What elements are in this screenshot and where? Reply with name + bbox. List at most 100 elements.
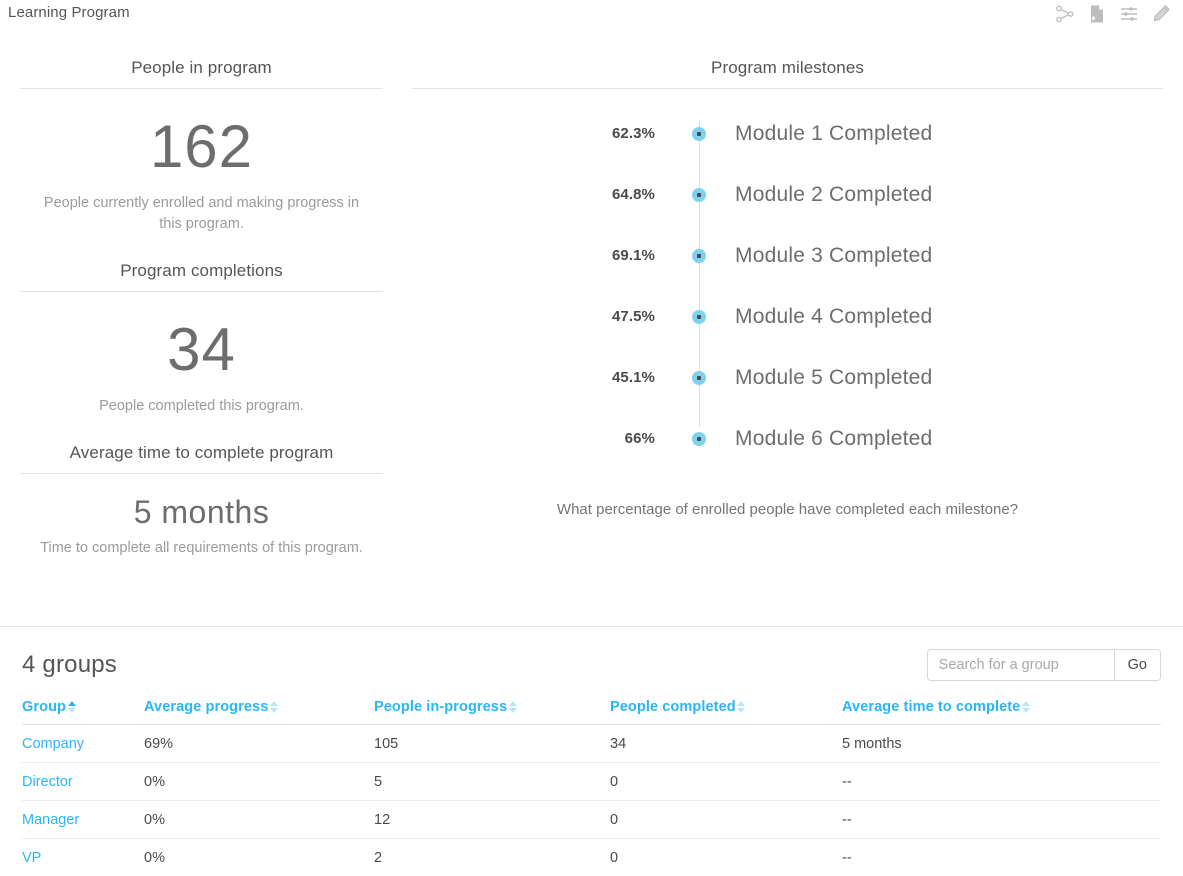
table-row: Director 0% 5 0 -- — [22, 763, 1161, 801]
milestone-row[interactable]: 47.5% Module 4 Completed — [412, 286, 1163, 347]
milestone-row[interactable]: 64.8% Module 2 Completed — [412, 164, 1163, 225]
table-row: Company 69% 105 34 5 months — [22, 725, 1161, 763]
sliders-settings-icon[interactable] — [1117, 2, 1141, 26]
column-label: Average progress — [144, 699, 268, 715]
cell-average-progress: 0% — [144, 801, 374, 839]
milestones-column: Program milestones 62.3% Module 1 Comple… — [403, 32, 1183, 626]
cell-people-completed: 0 — [610, 763, 842, 801]
share-icon[interactable] — [1053, 2, 1077, 26]
table-row: Manager 0% 12 0 -- — [22, 801, 1161, 839]
milestone-row[interactable]: 69.1% Module 3 Completed — [412, 225, 1163, 286]
milestone-label: Module 3 Completed — [721, 244, 932, 268]
cell-people-in-progress: 105 — [374, 725, 610, 763]
column-header-average-time[interactable]: Average time to complete — [842, 695, 1161, 725]
cell-group: Company — [22, 725, 144, 763]
column-header-average-progress[interactable]: Average progress — [144, 695, 374, 725]
table-header-row: Group Average progress People in-progres… — [22, 695, 1161, 725]
cell-people-completed: 34 — [610, 725, 842, 763]
stat-card-value: 5 months — [20, 474, 383, 538]
main-content: People in program 162 People currently e… — [0, 32, 1183, 626]
milestone-label: Module 1 Completed — [721, 122, 932, 146]
groups-count-title: 4 groups — [22, 651, 117, 679]
cell-average-progress: 69% — [144, 725, 374, 763]
pencil-edit-icon[interactable] — [1149, 2, 1173, 26]
sort-arrows-icon[interactable] — [269, 701, 278, 713]
groups-section: 4 groups Go Group Average progress Peopl… — [0, 627, 1183, 876]
milestone-percent: 45.1% — [412, 369, 677, 386]
group-link[interactable]: Director — [22, 774, 73, 790]
stat-card-caption: People completed this program. — [20, 396, 383, 417]
group-link[interactable]: VP — [22, 850, 41, 866]
cell-people-in-progress: 12 — [374, 801, 610, 839]
column-label: People completed — [610, 699, 736, 715]
sort-arrows-icon[interactable] — [737, 701, 746, 713]
milestone-label: Module 2 Completed — [721, 183, 932, 207]
search-go-button[interactable]: Go — [1114, 650, 1160, 680]
cell-group: Director — [22, 763, 144, 801]
topbar-icon-group — [1053, 2, 1173, 26]
milestone-row[interactable]: 45.1% Module 5 Completed — [412, 347, 1163, 408]
sort-arrows-icon[interactable] — [67, 701, 76, 713]
milestone-percent: 64.8% — [412, 186, 677, 203]
milestone-dot-icon — [677, 127, 721, 141]
cell-people-completed: 0 — [610, 839, 842, 876]
stat-card-value: 34 — [20, 292, 383, 396]
cell-average-progress: 0% — [144, 839, 374, 876]
stat-card-people-in-program: People in program 162 People currently e… — [20, 32, 383, 235]
milestone-dot-icon — [677, 371, 721, 385]
milestone-row[interactable]: 62.3% Module 1 Completed — [412, 103, 1163, 164]
cell-group: Manager — [22, 801, 144, 839]
milestone-dot-icon — [677, 432, 721, 446]
cell-average-time: -- — [842, 839, 1161, 876]
column-label: Group — [22, 699, 66, 715]
cell-group: VP — [22, 839, 144, 876]
group-link[interactable]: Company — [22, 736, 84, 752]
cell-average-time: 5 months — [842, 725, 1161, 763]
milestone-percent: 69.1% — [412, 247, 677, 264]
milestone-dot-icon — [677, 249, 721, 263]
milestone-percent: 47.5% — [412, 308, 677, 325]
milestone-label: Module 6 Completed — [721, 427, 932, 451]
page-title: Learning Program — [8, 4, 130, 21]
groups-table: Group Average progress People in-progres… — [22, 695, 1161, 876]
cell-people-completed: 0 — [610, 801, 842, 839]
groups-header: 4 groups Go — [22, 649, 1161, 695]
file-download-icon[interactable] — [1085, 2, 1109, 26]
milestone-label: Module 4 Completed — [721, 305, 932, 329]
stat-card-average-time: Average time to complete program 5 month… — [20, 417, 383, 559]
stat-card-caption: People currently enrolled and making pro… — [20, 193, 383, 235]
stat-card-title: Average time to complete program — [20, 417, 383, 474]
search-input[interactable] — [928, 650, 1114, 680]
stat-card-title: Program completions — [20, 235, 383, 292]
milestone-label: Module 5 Completed — [721, 366, 932, 390]
cell-people-in-progress: 2 — [374, 839, 610, 876]
cell-average-time: -- — [842, 763, 1161, 801]
column-label: People in-progress — [374, 699, 507, 715]
sort-arrows-icon[interactable] — [1021, 701, 1030, 713]
column-header-group[interactable]: Group — [22, 695, 144, 725]
stats-column: People in program 162 People currently e… — [0, 32, 403, 626]
column-label: Average time to complete — [842, 699, 1020, 715]
stat-card-value: 162 — [20, 89, 383, 193]
stat-card-caption: Time to complete all requirements of thi… — [20, 538, 383, 559]
cell-average-time: -- — [842, 801, 1161, 839]
stat-card-title: People in program — [20, 32, 383, 89]
cell-people-in-progress: 5 — [374, 763, 610, 801]
milestones-question: What percentage of enrolled people have … — [412, 469, 1163, 518]
milestone-row[interactable]: 66% Module 6 Completed — [412, 408, 1163, 469]
stat-card-program-completions: Program completions 34 People completed … — [20, 235, 383, 417]
table-row: VP 0% 2 0 -- — [22, 839, 1161, 876]
group-link[interactable]: Manager — [22, 812, 79, 828]
column-header-people-completed[interactable]: People completed — [610, 695, 842, 725]
milestone-percent: 66% — [412, 430, 677, 447]
milestones-title: Program milestones — [412, 32, 1163, 89]
sort-arrows-icon[interactable] — [508, 701, 517, 713]
milestone-dot-icon — [677, 310, 721, 324]
column-header-people-in-progress[interactable]: People in-progress — [374, 695, 610, 725]
milestone-dot-icon — [677, 188, 721, 202]
milestones-chart: 62.3% Module 1 Completed 64.8% Module 2 … — [412, 89, 1163, 518]
cell-average-progress: 0% — [144, 763, 374, 801]
topbar: Learning Program — [0, 0, 1183, 32]
group-search: Go — [927, 649, 1161, 681]
milestone-percent: 62.3% — [412, 125, 677, 142]
